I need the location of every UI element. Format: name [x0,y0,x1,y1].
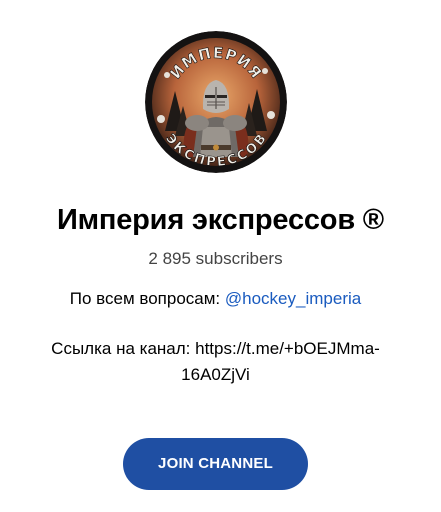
join-channel-button[interactable]: JOIN CHANNEL [123,438,308,490]
description-prefix: По всем вопросам: [69,289,225,308]
channel-description: По всем вопросам: @hockey_imperia Ссылка… [0,286,431,388]
description-line-2: Ссылка на канал: https://t.me/+bOEJMma- [51,339,380,358]
contact-username-link[interactable]: @hockey_imperia [225,289,361,308]
channel-avatar: ИМПЕРИЯ ЭКСПРЕССОВ [145,31,287,173]
subscriber-count: 2 895 subscribers [148,249,283,268]
description-line-1: По всем вопросам: @hockey_imperia [0,286,431,312]
channel-title: Империя экспрессов ® [57,204,384,236]
description-line-3: 16A0ZjVi [181,365,250,384]
description-spacer [0,312,431,336]
knight-logo-icon: ИМПЕРИЯ ЭКСПРЕССОВ [145,31,287,173]
channel-card: ИМПЕРИЯ ЭКСПРЕССОВ Империя экспрессов ® … [0,0,441,512]
